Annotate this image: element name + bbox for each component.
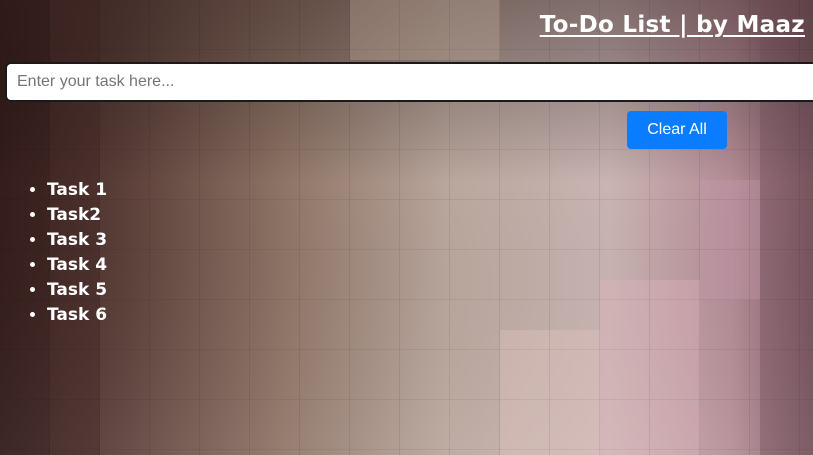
- task-item[interactable]: Task 6: [47, 303, 107, 328]
- task-input[interactable]: [5, 62, 813, 102]
- task-item[interactable]: Task 3: [47, 228, 107, 253]
- task-item[interactable]: Task 1: [47, 178, 107, 203]
- task-list: Task 1 Task2 Task 3 Task 4 Task 5 Task 6: [0, 178, 107, 328]
- task-item[interactable]: Task 5: [47, 278, 107, 303]
- task-input-wrapper: [5, 62, 813, 102]
- task-item[interactable]: Task 4: [47, 253, 107, 278]
- clear-all-button[interactable]: Clear All: [627, 111, 727, 149]
- task-item[interactable]: Task2: [47, 203, 107, 228]
- page-title: To-Do List | by Maaz: [539, 12, 805, 38]
